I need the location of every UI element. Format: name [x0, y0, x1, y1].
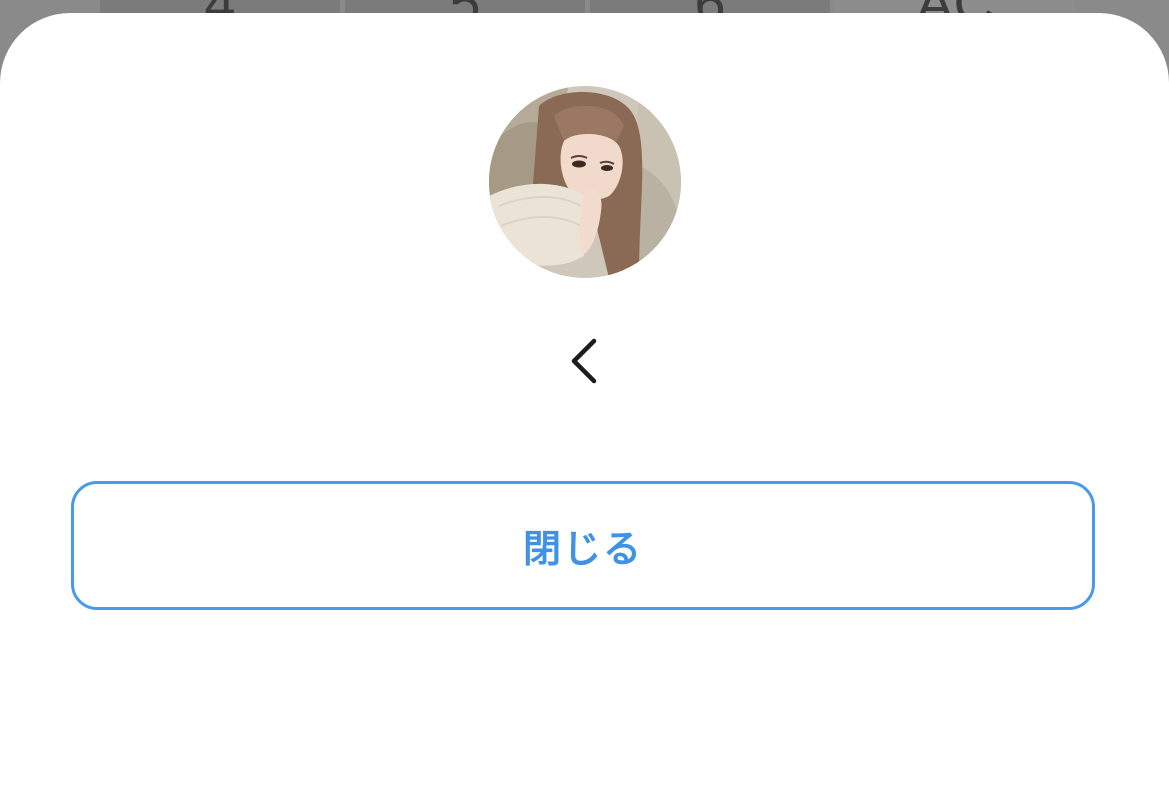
close-button-label: 閉じる — [522, 527, 643, 571]
bottom-sheet: 閉じる — [0, 13, 1169, 787]
close-button[interactable]: 閉じる — [71, 481, 1095, 610]
profile-photo — [489, 86, 681, 278]
avatar — [489, 86, 681, 278]
chevron-left-icon[interactable] — [564, 335, 604, 387]
